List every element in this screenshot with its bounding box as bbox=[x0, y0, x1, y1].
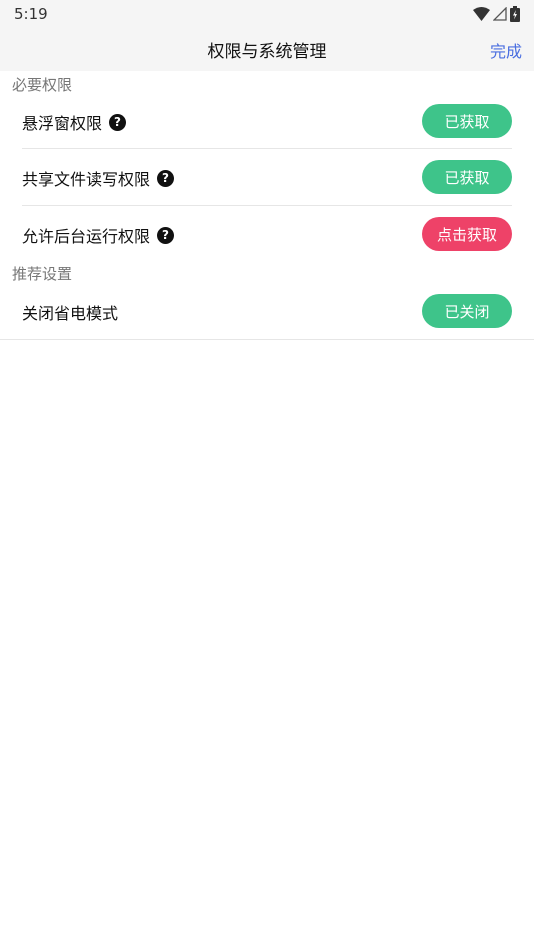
status-time: 5:19 bbox=[14, 5, 48, 23]
section-label-required: 必要权限 bbox=[12, 76, 73, 94]
help-icon[interactable]: ? bbox=[157, 226, 175, 244]
list-item-background-run: 允许后台运行权限 ? 点击获取 bbox=[22, 217, 512, 251]
item-label: 关闭省电模式 bbox=[22, 304, 119, 323]
row-label-wrap: 悬浮窗权限 ? bbox=[22, 110, 127, 134]
row-label-wrap: 关闭省电模式 bbox=[22, 300, 118, 324]
help-icon[interactable]: ? bbox=[157, 169, 175, 187]
status-button[interactable]: 已关闭 bbox=[422, 294, 512, 328]
status-bar: 5:19 bbox=[0, 0, 534, 28]
row-label-wrap: 共享文件读写权限 ? bbox=[22, 166, 175, 190]
done-button[interactable]: 完成 bbox=[490, 38, 522, 62]
list-item-floating-window: 悬浮窗权限 ? 已获取 bbox=[22, 104, 512, 138]
battery-icon bbox=[510, 6, 520, 22]
wifi-icon bbox=[473, 7, 490, 21]
item-label: 悬浮窗权限 bbox=[22, 114, 103, 133]
list-item-power-saving: 关闭省电模式 已关闭 bbox=[22, 294, 512, 328]
page-title: 权限与系统管理 bbox=[207, 42, 327, 62]
divider bbox=[0, 339, 534, 340]
grant-permission-button[interactable]: 点击获取 bbox=[422, 217, 512, 251]
status-icons bbox=[473, 5, 520, 23]
help-icon[interactable]: ? bbox=[109, 113, 127, 131]
divider bbox=[22, 148, 512, 149]
signal-icon bbox=[493, 7, 507, 21]
list-item-shared-files: 共享文件读写权限 ? 已获取 bbox=[22, 160, 512, 194]
section-label-recommended: 推荐设置 bbox=[12, 265, 73, 283]
status-button[interactable]: 已获取 bbox=[422, 104, 512, 138]
title-bar: 权限与系统管理 完成 bbox=[0, 28, 534, 71]
status-button[interactable]: 已获取 bbox=[422, 160, 512, 194]
row-label-wrap: 允许后台运行权限 ? bbox=[22, 223, 175, 247]
divider bbox=[22, 205, 512, 206]
item-label: 共享文件读写权限 bbox=[22, 170, 151, 189]
item-label: 允许后台运行权限 bbox=[22, 227, 151, 246]
